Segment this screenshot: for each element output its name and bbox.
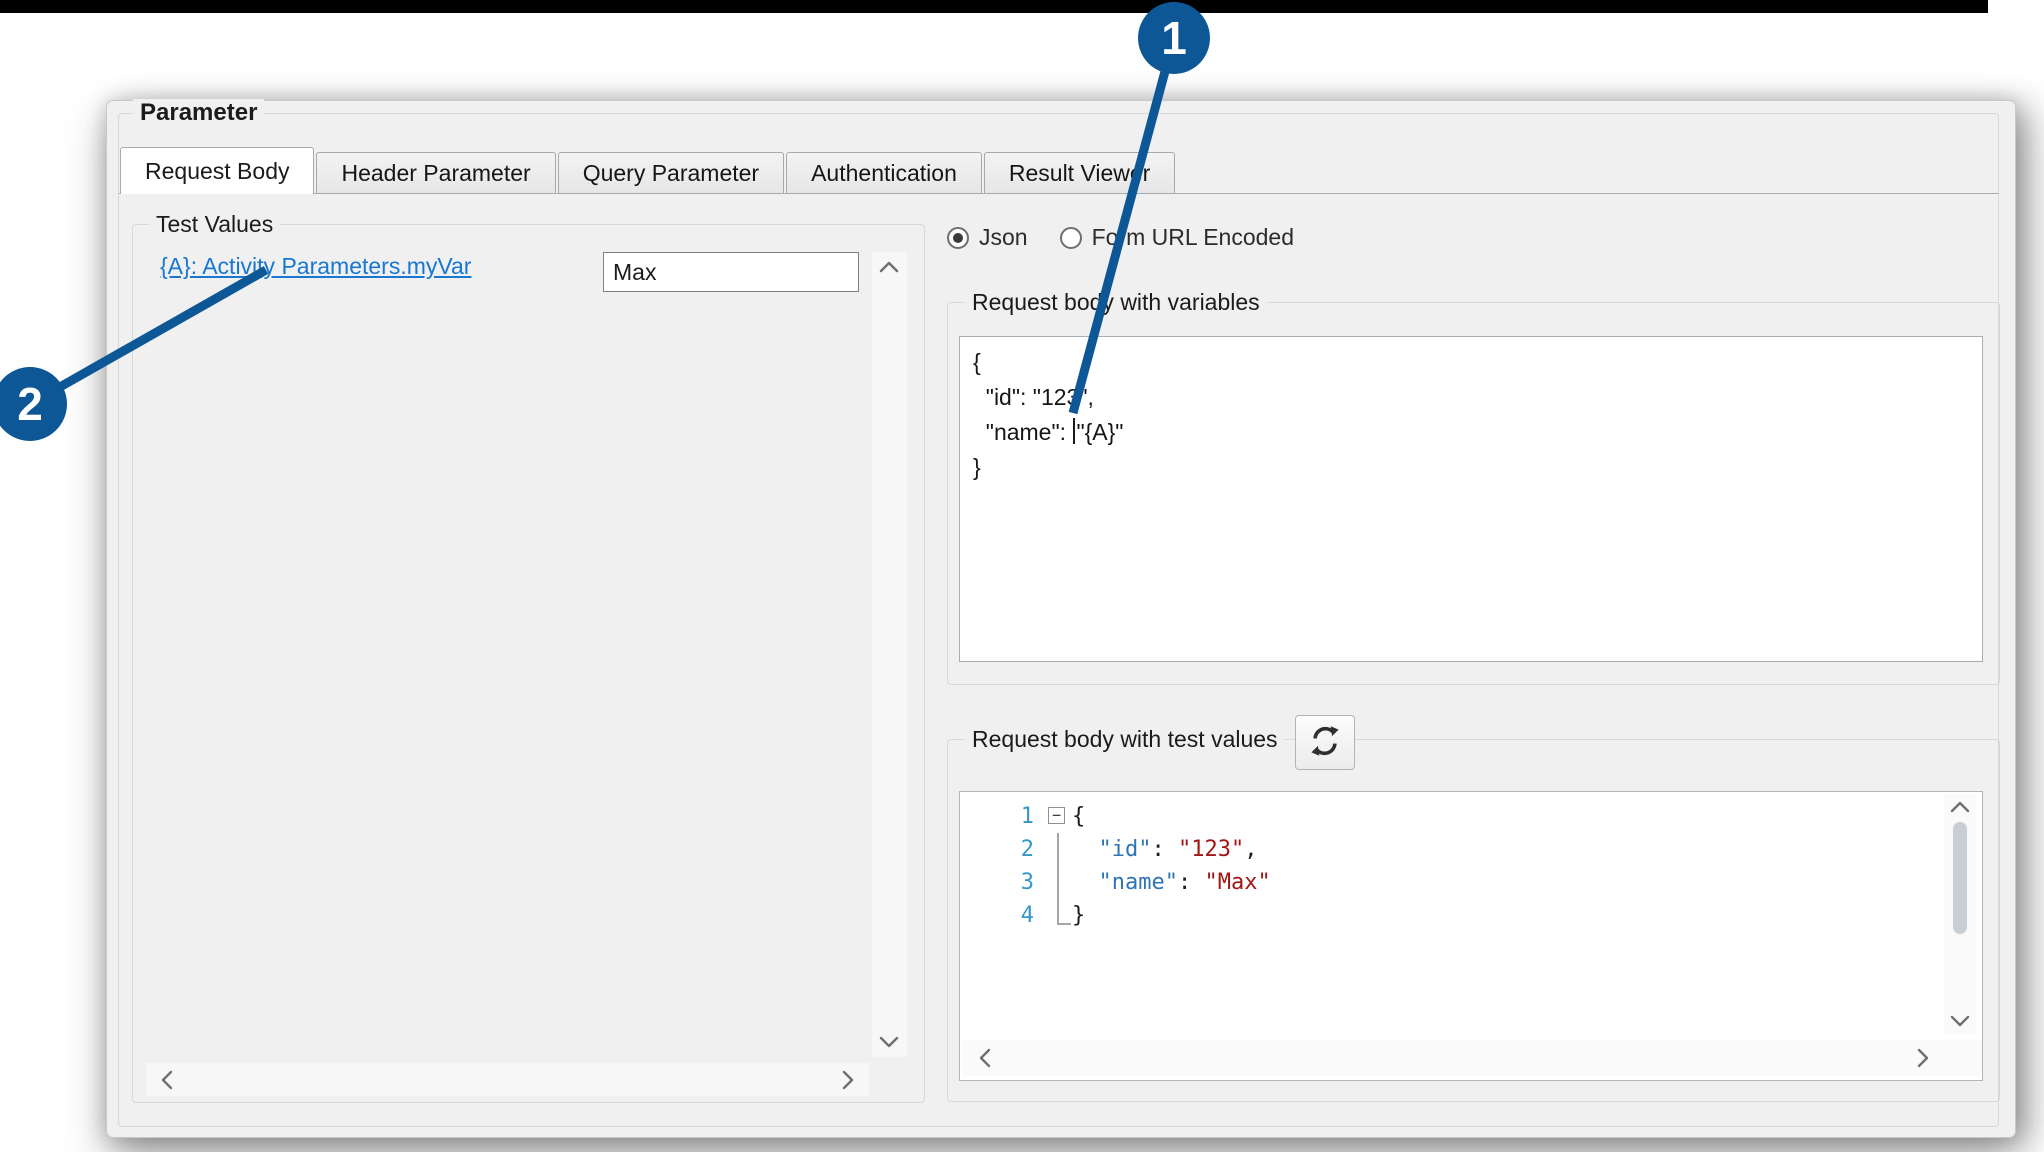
- line-number: 3: [960, 866, 1044, 899]
- code-line: 4}: [960, 899, 1942, 932]
- textarea-line: {: [973, 345, 1969, 380]
- tab-authentication[interactable]: Authentication: [786, 152, 982, 194]
- tab-label: Authentication: [811, 160, 957, 187]
- screenshot-canvas: Parameter Request Body Header Parameter …: [0, 0, 2044, 1152]
- editor-vertical-scrollbar[interactable]: [1944, 794, 1976, 1034]
- tab-bar: Request Body Header Parameter Query Para…: [120, 147, 1175, 194]
- tab-label: Request Body: [145, 158, 289, 185]
- callout-2-number: 2: [17, 378, 43, 430]
- line-number: 4: [960, 899, 1044, 932]
- test-values-vertical-scrollbar[interactable]: [872, 252, 907, 1057]
- tab-header-parameter[interactable]: Header Parameter: [316, 152, 555, 194]
- scroll-down-icon[interactable]: [1949, 1014, 1971, 1028]
- parameter-group-title: Parameter: [133, 99, 264, 127]
- code-lines: 1−{2 "id": "123",3 "name": "Max"4}: [960, 800, 1942, 932]
- code-text: {: [1072, 800, 1085, 833]
- test-values-group-title: Test Values: [149, 210, 280, 238]
- request-body-variables-title: Request body with variables: [965, 288, 1267, 316]
- test-value-input[interactable]: [603, 252, 859, 292]
- textarea-line: "name": "{A}": [973, 415, 1969, 450]
- tab-request-body[interactable]: Request Body: [120, 147, 314, 194]
- test-values-group: Test Values {A}: Activity Parameters.myV…: [132, 224, 925, 1103]
- tab-query-parameter[interactable]: Query Parameter: [558, 152, 784, 194]
- tab-label: Result Viewer: [1009, 160, 1150, 187]
- request-body-test-values-group: Request body with test values 1−{2 "id":…: [947, 739, 2000, 1102]
- line-number: 1: [960, 800, 1044, 833]
- scroll-left-icon[interactable]: [160, 1069, 174, 1091]
- json-radio[interactable]: [947, 227, 969, 249]
- scroll-left-icon[interactable]: [978, 1047, 992, 1069]
- fold-guide-line: [1057, 833, 1071, 925]
- request-body-variables-group: Request body with variables { "id": "123…: [947, 302, 2000, 685]
- fold-collapse-icon[interactable]: −: [1048, 807, 1065, 824]
- tab-result-viewer[interactable]: Result Viewer: [984, 152, 1175, 194]
- code-text: "id": "123",: [1072, 833, 1257, 866]
- form-url-encoded-radio[interactable]: [1060, 227, 1082, 249]
- tab-label: Header Parameter: [341, 160, 530, 187]
- fold-column: −: [1044, 800, 1072, 833]
- scroll-right-icon[interactable]: [1916, 1047, 1930, 1069]
- editor-horizontal-scrollbar[interactable]: [962, 1040, 1982, 1076]
- test-values-horizontal-scrollbar[interactable]: [146, 1063, 869, 1096]
- body-format-radio-group: Json Form URL Encoded: [947, 224, 1294, 251]
- scroll-up-icon[interactable]: [878, 260, 900, 274]
- scroll-up-icon[interactable]: [1949, 800, 1971, 814]
- tab-label: Query Parameter: [583, 160, 759, 187]
- parameter-group: Parameter Request Body Header Parameter …: [118, 113, 1999, 1127]
- code-text: }: [1072, 899, 1085, 932]
- tabstrip-baseline: [119, 193, 1999, 194]
- top-black-bar: [0, 0, 1988, 13]
- json-radio-label: Json: [979, 224, 1028, 251]
- refresh-icon: [1308, 724, 1342, 761]
- code-line: 3 "name": "Max": [960, 866, 1942, 899]
- app-panel: Parameter Request Body Header Parameter …: [106, 100, 2016, 1138]
- request-body-test-values-title: Request body with test values: [965, 725, 1285, 753]
- textarea-line: }: [973, 450, 1969, 485]
- code-line: 2 "id": "123",: [960, 833, 1942, 866]
- scrollbar-thumb[interactable]: [1953, 822, 1967, 934]
- test-values-code-editor[interactable]: 1−{2 "id": "123",3 "name": "Max"4}: [959, 791, 1983, 1081]
- scroll-down-icon[interactable]: [878, 1035, 900, 1049]
- line-number: 2: [960, 833, 1044, 866]
- code-line: 1−{: [960, 800, 1942, 833]
- textarea-line: "id": "123",: [973, 380, 1969, 415]
- callout-1-number: 1: [1161, 12, 1187, 64]
- request-body-variables-textarea[interactable]: { "id": "123", "name": "{A}" }: [959, 336, 1983, 662]
- callout-2-circle: [0, 367, 67, 441]
- variable-link[interactable]: {A}: Activity Parameters.myVar: [160, 253, 471, 280]
- scroll-right-icon[interactable]: [841, 1069, 855, 1091]
- refresh-button[interactable]: [1295, 715, 1355, 770]
- form-url-encoded-radio-label: Form URL Encoded: [1092, 224, 1294, 251]
- code-text: "name": "Max": [1072, 866, 1271, 899]
